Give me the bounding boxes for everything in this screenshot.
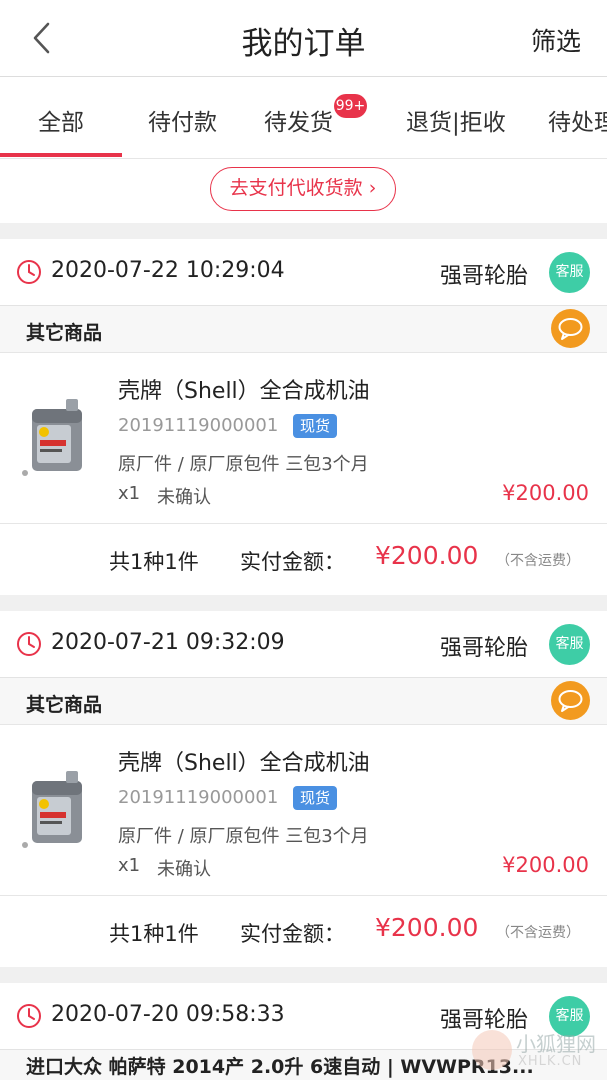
count-badge: 99+: [334, 94, 367, 118]
pay-cod-button[interactable]: 去支付代收货款 ›: [210, 167, 396, 211]
active-tab-indicator: [0, 153, 122, 157]
product-quantity: x1: [118, 855, 141, 876]
paid-label: 实付金额：: [240, 922, 345, 946]
product-price: ¥200.00: [502, 853, 589, 877]
watermark-text: 小狐狸网: [516, 1032, 596, 1056]
tab-pending-process[interactable]: 待处理: [548, 103, 607, 137]
chat-bubble-icon: [558, 318, 583, 340]
product-code: 20191119000001: [118, 415, 279, 436]
product-quantity: x1: [118, 483, 141, 504]
order-datetime: 2020-07-20 09:58:33: [51, 1002, 285, 1027]
chat-button[interactable]: [551, 309, 590, 348]
product-spec: 原厂件 / 原厂原包件 三包3个月: [118, 454, 369, 475]
watermark-subtext: XHLK.CN: [518, 1054, 583, 1069]
product-status: 未确认: [157, 487, 211, 508]
order-card[interactable]: 2020-07-22 10:29:04 强哥轮胎 客服 其它商品 壳牌（Shel…: [0, 239, 607, 595]
product-row[interactable]: 壳牌（Shell）全合成机油 20191119000001 现货 原厂件 / 原…: [0, 725, 607, 896]
tab-pending-payment[interactable]: 待付款: [148, 103, 217, 137]
clock-icon: [17, 260, 41, 284]
product-row[interactable]: 壳牌（Shell）全合成机油 20191119000001 现货 原厂件 / 原…: [0, 353, 607, 524]
order-summary: 共1种1件 实付金额： ¥200.00 （不含运费）: [0, 896, 607, 967]
pay-strip: 去支付代收货款 ›: [0, 159, 607, 223]
chat-bubble-icon: [558, 690, 583, 712]
product-spec: 原厂件 / 原厂原包件 三包3个月: [118, 826, 369, 847]
site-watermark: 小狐狸网 XHLK.CN: [470, 1026, 607, 1080]
order-card[interactable]: 2020-07-21 09:32:09 强哥轮胎 客服 其它商品 壳牌（Shel…: [0, 611, 607, 967]
order-header: 2020-07-21 09:32:09 强哥轮胎 客服: [0, 611, 607, 678]
order-tabs: 全部 待付款 待发货 99+ 退货|拒收 待处理: [0, 77, 607, 159]
top-bar: 我的订单 筛选: [0, 0, 607, 77]
tab-all[interactable]: 全部: [38, 103, 84, 137]
oil-bottle-image: [22, 771, 82, 848]
paid-amount: ¥200.00: [375, 913, 479, 942]
customer-service-button[interactable]: 客服: [549, 252, 590, 293]
order-datetime: 2020-07-22 10:29:04: [51, 258, 285, 283]
shipping-note: （不含运费）: [496, 925, 580, 941]
shipping-note: （不含运费）: [496, 553, 580, 569]
order-header: 2020-07-22 10:29:04 强哥轮胎 客服: [0, 239, 607, 306]
category-row: 其它商品: [0, 678, 607, 725]
product-status: 未确认: [157, 859, 211, 880]
page-title: 我的订单: [241, 26, 366, 62]
filter-button[interactable]: 筛选: [531, 22, 581, 58]
product-price: ¥200.00: [502, 481, 589, 505]
category-row: 其它商品: [0, 306, 607, 353]
category-label: 其它商品: [26, 694, 103, 716]
product-code: 20191119000001: [118, 787, 279, 808]
tab-return-reject[interactable]: 退货|拒收: [406, 103, 506, 137]
paid-label: 实付金额：: [240, 550, 345, 574]
tab-pending-shipment[interactable]: 待发货: [264, 103, 333, 137]
order-datetime: 2020-07-21 09:32:09: [51, 630, 285, 655]
customer-service-button[interactable]: 客服: [549, 624, 590, 665]
clock-icon: [17, 1004, 41, 1028]
shop-name[interactable]: 强哥轮胎: [440, 630, 528, 662]
fox-logo-icon: [472, 1030, 512, 1070]
oil-bottle-image: [22, 399, 82, 476]
stock-tag: 现货: [293, 414, 338, 438]
item-count: 共1种1件: [109, 550, 199, 574]
vehicle-title: 进口大众 帕萨特 2014产 2.0升 6速自动 | WVWPR13...: [26, 1056, 534, 1078]
shop-name[interactable]: 强哥轮胎: [440, 258, 528, 290]
stock-tag: 现货: [293, 786, 338, 810]
item-count: 共1种1件: [109, 922, 199, 946]
clock-icon: [17, 632, 41, 656]
product-name: 壳牌（Shell）全合成机油: [118, 379, 370, 404]
category-label: 其它商品: [26, 322, 103, 344]
chat-button[interactable]: [551, 681, 590, 720]
product-name: 壳牌（Shell）全合成机油: [118, 751, 370, 776]
paid-amount: ¥200.00: [375, 541, 479, 570]
order-summary: 共1种1件 实付金额： ¥200.00 （不含运费）: [0, 524, 607, 595]
